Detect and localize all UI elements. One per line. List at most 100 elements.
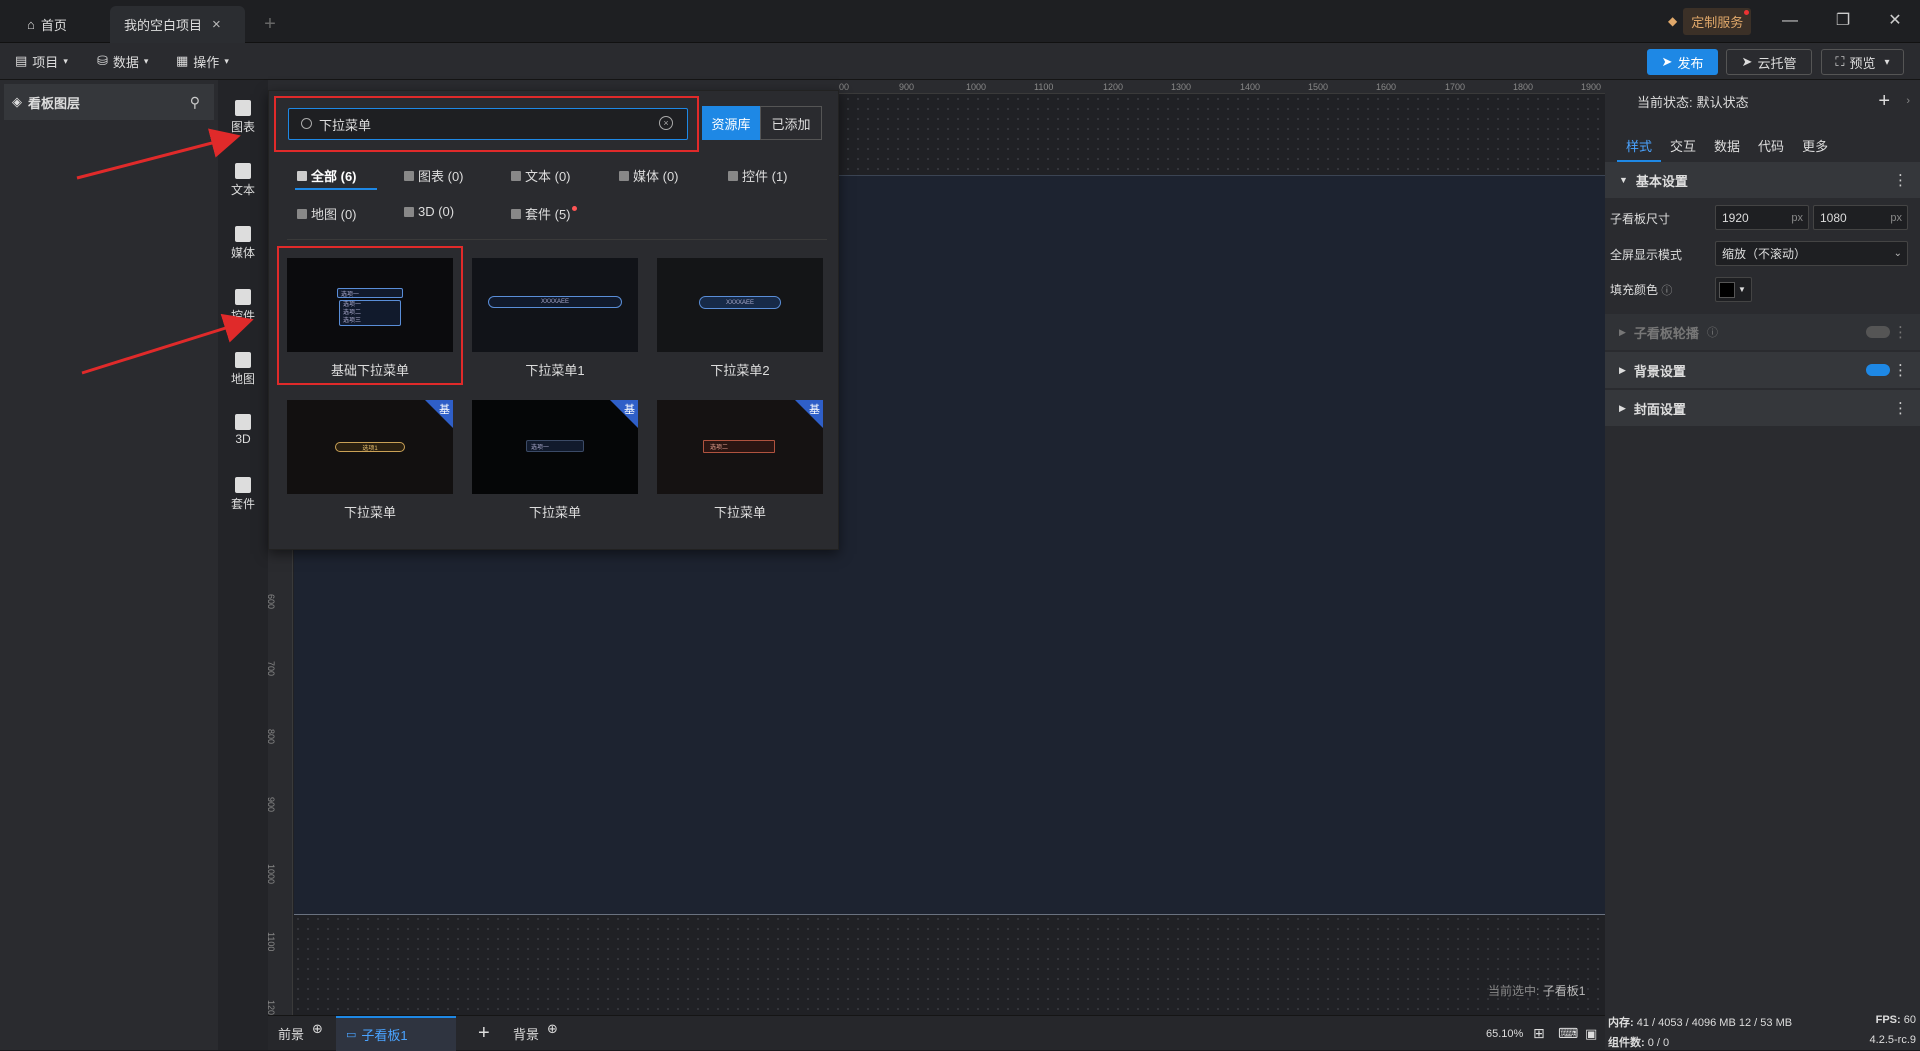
category-widget[interactable]: 控件 (1) bbox=[728, 166, 788, 185]
tab-home[interactable]: ⌂ 首页 bbox=[10, 6, 115, 43]
add-state-icon[interactable]: + bbox=[1878, 90, 1890, 113]
add-subboard-button[interactable]: + bbox=[478, 1016, 490, 1051]
close-tab-icon[interactable]: × bbox=[212, 16, 221, 33]
category-media[interactable]: 媒体 (0) bbox=[619, 166, 679, 185]
board-width-value: 1920 bbox=[1722, 210, 1749, 225]
fullscreen-mode-select[interactable]: 缩放（不滚动） ⌄ bbox=[1715, 241, 1908, 266]
board-width-input[interactable]: 1920 px bbox=[1715, 205, 1809, 230]
chevron-right-icon[interactable]: › bbox=[1906, 95, 1910, 107]
minimize-button[interactable]: — bbox=[1775, 8, 1805, 34]
component-card-kit-dropdown-a[interactable]: 选项1 基 下拉菜单 bbox=[287, 400, 453, 525]
category-label: 3D (0) bbox=[418, 204, 455, 219]
more-icon[interactable]: ⋮ bbox=[1893, 171, 1908, 189]
search-input[interactable]: 下拉菜单 × bbox=[288, 108, 688, 140]
component-card-dropdown-1[interactable]: XXXXAEE 下拉菜单1 bbox=[472, 258, 638, 383]
resource-library-button[interactable]: 资源库 bbox=[702, 106, 760, 140]
component-card-dropdown-2[interactable]: XXXXAEE 下拉菜单2 bbox=[657, 258, 823, 383]
strip-item-kit[interactable]: 套件 bbox=[218, 469, 268, 519]
map-icon bbox=[235, 352, 251, 368]
tab-code[interactable]: 代码 bbox=[1749, 128, 1793, 162]
background-toggle[interactable] bbox=[1866, 364, 1890, 376]
strip-item-widget[interactable]: 控件 bbox=[218, 281, 268, 331]
cloud-host-button[interactable]: ➤ 云托管 bbox=[1726, 49, 1812, 75]
strip-item-chart[interactable]: 图表 bbox=[218, 92, 268, 142]
search-icon[interactable]: ⚲ bbox=[190, 94, 200, 111]
card-thumbnail: 选项一 基 bbox=[472, 400, 638, 494]
widget-icon bbox=[235, 289, 251, 305]
text-icon bbox=[235, 163, 251, 179]
layers-panel: ◈ 看板图层 ⚲ bbox=[0, 80, 218, 1050]
ruler-tick: 800 bbox=[266, 729, 276, 745]
fill-color-picker[interactable]: ▼ bbox=[1715, 277, 1752, 302]
keyboard-icon[interactable]: ⌨ bbox=[1558, 1016, 1578, 1051]
section-cover[interactable]: ▶ 封面设置 ⋮ bbox=[1605, 390, 1920, 426]
ruler-tick: 1300 bbox=[1171, 82, 1192, 92]
preview-button[interactable]: ⛶ 预览 ▾ bbox=[1821, 49, 1904, 75]
menu-project[interactable]: ▤ 项目 ▾ bbox=[15, 49, 68, 73]
strip-item-media[interactable]: 媒体 bbox=[218, 218, 268, 268]
add-tab-button[interactable]: + bbox=[255, 6, 285, 43]
help-icon[interactable]: ⓘ bbox=[1661, 285, 1672, 297]
thumb-select: 选项一 bbox=[526, 440, 584, 452]
state-value[interactable]: 默认状态 bbox=[1697, 92, 1749, 111]
strip-item-3d[interactable]: 3D bbox=[218, 406, 268, 456]
board-height-value: 1080 bbox=[1820, 210, 1847, 225]
clear-icon[interactable]: × bbox=[659, 116, 673, 130]
restore-button[interactable]: ❐ bbox=[1828, 8, 1858, 34]
more-icon[interactable]: ⋮ bbox=[1893, 323, 1908, 341]
current-selection-indicator: 当前选中: 子看板1 bbox=[1488, 982, 1585, 999]
notification-dot bbox=[1744, 9, 1750, 15]
bottom-bar: 前景 ⊕ ▭ 子看板1 + 背景 ⊕ 65.10% ⊞ ⌨ ▣ bbox=[268, 1015, 1605, 1051]
carousel-toggle[interactable] bbox=[1866, 326, 1890, 338]
menu-data-label: 数据 bbox=[112, 54, 139, 70]
fullscreen-mode-value: 缩放（不滚动） bbox=[1722, 247, 1807, 261]
tab-style[interactable]: 样式 bbox=[1617, 128, 1662, 162]
tab-foreground[interactable]: 前景 ⊕ bbox=[278, 1016, 323, 1051]
tab-data[interactable]: 数据 bbox=[1705, 128, 1749, 162]
component-card-kit-dropdown-c[interactable]: 选项二 基 下拉菜单 bbox=[657, 400, 823, 525]
more-icon[interactable]: ⋮ bbox=[1893, 361, 1908, 379]
card-name: 下拉菜单1 bbox=[525, 363, 585, 378]
fps-value: 60 bbox=[1903, 1014, 1916, 1026]
search-input-value: 下拉菜单 bbox=[319, 117, 372, 133]
strip-item-text[interactable]: 文本 bbox=[218, 155, 268, 205]
home-icon: ⌂ bbox=[27, 17, 35, 32]
tab-subboard[interactable]: ▭ 子看板1 bbox=[336, 1016, 456, 1051]
category-label: 全部 (6) bbox=[311, 169, 357, 184]
help-icon[interactable]: ⓘ bbox=[1707, 324, 1718, 340]
section-background[interactable]: ▶ 背景设置 ⋮ bbox=[1605, 352, 1920, 388]
component-count-label: 组件数: bbox=[1608, 1037, 1645, 1049]
menu-operation-label: 操作 bbox=[193, 54, 220, 70]
menu-data[interactable]: ⛁ 数据 ▾ bbox=[97, 49, 148, 73]
more-icon[interactable]: ⋮ bbox=[1893, 399, 1908, 417]
category-text[interactable]: 文本 (0) bbox=[511, 166, 571, 185]
map-icon bbox=[297, 208, 307, 219]
section-basic-settings[interactable]: ▼ 基本设置 ⋮ bbox=[1605, 162, 1920, 198]
terminal-icon[interactable]: ▣ bbox=[1585, 1016, 1597, 1051]
add-circle-icon[interactable]: ⊕ bbox=[547, 1021, 558, 1037]
category-chart[interactable]: 图表 (0) bbox=[404, 166, 464, 185]
tab-project[interactable]: 我的空白项目 × bbox=[110, 6, 245, 43]
add-circle-icon[interactable]: ⊕ bbox=[312, 1021, 323, 1037]
added-button[interactable]: 已添加 bbox=[760, 106, 822, 140]
menu-operation[interactable]: ▦ 操作 ▾ bbox=[176, 49, 229, 73]
category-all[interactable]: 全部 (6) bbox=[297, 166, 357, 185]
close-window-button[interactable]: ✕ bbox=[1880, 8, 1910, 34]
tab-background[interactable]: 背景 ⊕ bbox=[513, 1016, 558, 1051]
section-carousel[interactable]: ▶ 子看板轮播 ⓘ ⋮ bbox=[1605, 314, 1920, 350]
category-3d[interactable]: 3D (0) bbox=[404, 204, 454, 219]
category-kit[interactable]: 套件 (5) bbox=[511, 204, 577, 223]
custom-service-button[interactable]: ◆ 定制服务 bbox=[1668, 7, 1752, 35]
zoom-level[interactable]: 65.10% bbox=[1486, 1016, 1523, 1051]
strip-item-map[interactable]: 地图 bbox=[218, 344, 268, 394]
board-height-input[interactable]: 1080 px bbox=[1813, 205, 1908, 230]
media-icon bbox=[619, 170, 629, 181]
fit-screen-icon[interactable]: ⊞ bbox=[1533, 1016, 1545, 1051]
category-label: 图表 (0) bbox=[418, 169, 464, 184]
strip-label: 地图 bbox=[230, 372, 255, 386]
publish-button[interactable]: ➤ 发布 bbox=[1647, 49, 1718, 75]
component-card-kit-dropdown-b[interactable]: 选项一 基 下拉菜单 bbox=[472, 400, 638, 525]
tab-interaction[interactable]: 交互 bbox=[1661, 128, 1705, 162]
tab-more[interactable]: 更多 bbox=[1793, 128, 1837, 162]
category-map[interactable]: 地图 (0) bbox=[297, 204, 357, 223]
